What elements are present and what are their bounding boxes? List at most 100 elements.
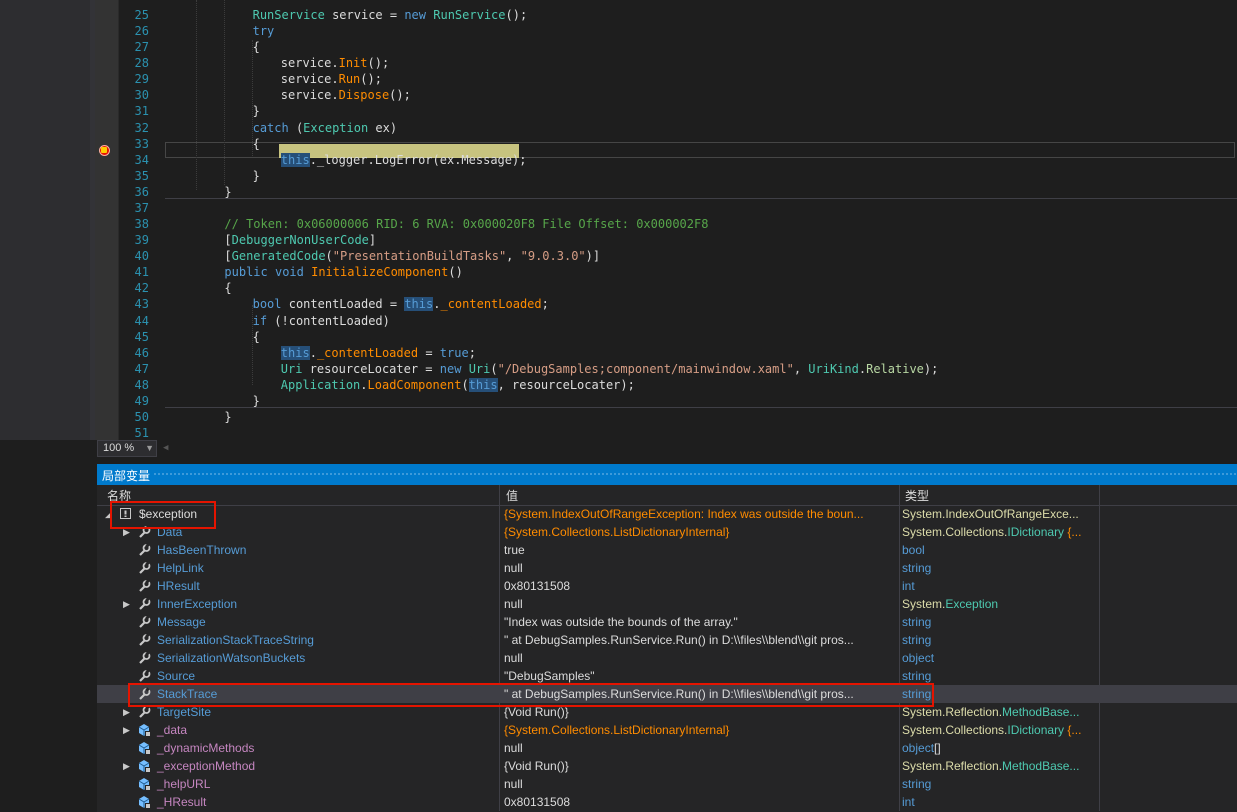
zoom-combo[interactable]: 100 % ▼: [97, 440, 157, 457]
variable-value[interactable]: {Void Run()}: [504, 759, 894, 773]
cell-divider: [1099, 559, 1100, 577]
variable-value[interactable]: null: [504, 777, 894, 791]
line-number: 36: [134, 184, 149, 199]
variable-value[interactable]: null: [504, 651, 894, 665]
column-divider[interactable]: [899, 485, 900, 505]
variable-value[interactable]: "DebugSamples": [504, 669, 894, 683]
variable-type: int: [902, 795, 915, 809]
locals-row[interactable]: SerializationStackTraceString " at DebugS…: [97, 631, 1237, 649]
locals-row[interactable]: HasBeenThrown true bool: [97, 541, 1237, 559]
variable-name: SerializationStackTraceString: [157, 633, 314, 647]
cell-divider: [899, 631, 900, 649]
variable-type: string: [902, 561, 932, 575]
highlight-stacktrace: [128, 683, 934, 707]
variable-type: System.Exception: [902, 597, 999, 611]
column-header-type[interactable]: 类型: [905, 487, 929, 504]
variable-type: string: [902, 633, 932, 647]
horizontal-scrollbar[interactable]: ◀: [160, 440, 1237, 457]
cell-divider: [1099, 577, 1100, 595]
expand-icon[interactable]: ▶: [123, 721, 130, 739]
cell-divider: [899, 523, 900, 541]
scroll-left-icon[interactable]: ◀: [163, 443, 168, 453]
cell-divider: [499, 631, 500, 649]
variable-value[interactable]: {Void Run()}: [504, 705, 894, 719]
column-divider[interactable]: [1099, 485, 1100, 505]
cell-divider: [499, 505, 500, 523]
line-number: 44: [134, 313, 149, 328]
line-number: 51: [134, 426, 149, 440]
locals-row[interactable]: HelpLink null string: [97, 559, 1237, 577]
expand-icon[interactable]: ▶: [123, 757, 130, 775]
locals-row[interactable]: Message "Index was outside the bounds of …: [97, 613, 1237, 631]
panel-title: 局部变量: [102, 469, 151, 483]
indent-guide: [252, 305, 253, 385]
locals-row[interactable]: SerializationWatsonBuckets null object: [97, 649, 1237, 667]
line-number: 39: [134, 233, 149, 248]
variable-name: TargetSite: [157, 705, 212, 719]
cell-divider: [1099, 703, 1100, 721]
line-number: 41: [134, 265, 149, 280]
line-number: 50: [134, 410, 149, 424]
variable-type: System.Reflection.MethodBase...: [902, 759, 1080, 773]
variable-value[interactable]: 0x80131508: [504, 579, 894, 593]
indent-guide: [224, 0, 225, 185]
variable-value[interactable]: {System.Collections.ListDictionaryIntern…: [504, 525, 894, 539]
locals-row[interactable]: HResult 0x80131508 int: [97, 577, 1237, 595]
line-number: 47: [134, 361, 149, 376]
line-number: 26: [134, 24, 149, 39]
breakpoint-gutter[interactable]: [95, 0, 118, 440]
variable-name: _dynamicMethods: [157, 741, 255, 755]
field-icon: [137, 795, 151, 809]
locals-row[interactable]: ▶ _data {System.Collections.ListDictionary…: [97, 721, 1237, 739]
field-icon: [137, 759, 151, 773]
column-header-value[interactable]: 值: [506, 487, 518, 504]
cell-divider: [499, 775, 500, 793]
variable-value[interactable]: "Index was outside the bounds of the arr…: [504, 615, 894, 629]
variable-value[interactable]: {System.Collections.ListDictionaryIntern…: [504, 723, 894, 737]
locals-row[interactable]: _helpURL null string: [97, 775, 1237, 793]
cell-divider: [1099, 649, 1100, 667]
line-number: 42: [134, 281, 149, 296]
code-line: this._contentLoaded = true;: [280, 345, 476, 360]
cell-divider: [1099, 631, 1100, 649]
indent-guide: [252, 40, 253, 156]
code-editor[interactable]: 25 RunService service = new RunService();…: [0, 0, 1237, 440]
variable-value[interactable]: null: [504, 741, 894, 755]
cell-divider: [499, 541, 500, 559]
locals-row[interactable]: ▶ Data {System.Collections.ListDictionaryI…: [97, 523, 1237, 541]
variable-value[interactable]: " at DebugSamples.RunService.Run() in D:…: [504, 633, 894, 647]
cell-divider: [899, 559, 900, 577]
locals-row[interactable]: _dynamicMethods null object[]: [97, 739, 1237, 757]
line-number: 30: [134, 88, 149, 103]
locals-row[interactable]: _HResult 0x80131508 int: [97, 793, 1237, 811]
column-divider[interactable]: [499, 485, 500, 505]
locals-row[interactable]: ◢ $exception {System.IndexOutOfRangeExcept…: [97, 505, 1237, 523]
variable-type: bool: [902, 543, 925, 557]
code-line: Application.LoadComponent(this, resource…: [280, 377, 635, 392]
locals-row[interactable]: ▶ InnerException null System.Exception: [97, 595, 1237, 613]
variable-value[interactable]: {System.IndexOutOfRangeException: Index …: [504, 507, 894, 521]
code-line: {: [252, 136, 260, 151]
variable-value[interactable]: true: [504, 543, 894, 557]
code-line: // Token: 0x06000006 RID: 6 RVA: 0x00002…: [224, 217, 709, 232]
code-line: }: [252, 168, 260, 183]
line-number: 43: [134, 297, 149, 312]
cell-divider: [499, 613, 500, 631]
variable-value[interactable]: null: [504, 597, 894, 611]
variable-value[interactable]: 0x80131508: [504, 795, 894, 809]
variable-value[interactable]: null: [504, 561, 894, 575]
expand-icon[interactable]: ▶: [123, 595, 130, 613]
panel-titlebar[interactable]: 局部变量: [97, 464, 1237, 485]
line-number: 28: [134, 56, 149, 71]
cell-divider: [1099, 685, 1100, 703]
cell-divider: [499, 757, 500, 775]
locals-row[interactable]: ▶ _exceptionMethod {Void Run()} System.Refl…: [97, 757, 1237, 775]
zoom-level: 100 %: [103, 442, 135, 454]
cell-divider: [1099, 775, 1100, 793]
cell-divider: [899, 793, 900, 811]
line-number: 38: [134, 217, 149, 232]
variable-name: _exceptionMethod: [157, 759, 256, 773]
variable-type: object: [902, 651, 935, 665]
code-line: {: [224, 281, 232, 296]
chevron-down-icon[interactable]: ▼: [145, 441, 154, 456]
